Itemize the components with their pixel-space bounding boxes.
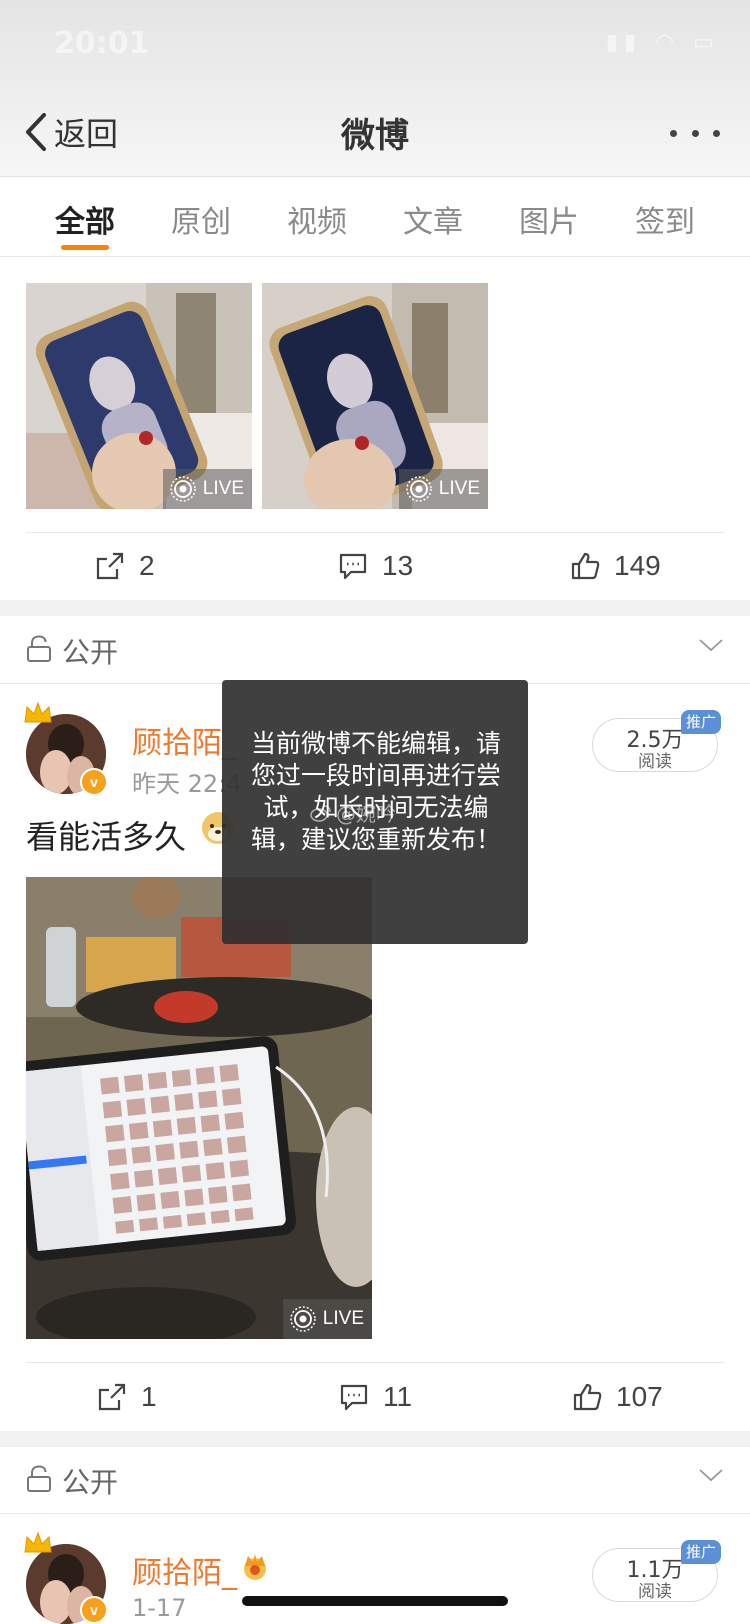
thumbs-up-icon — [573, 1383, 602, 1411]
wifi-icon: ◠ — [655, 30, 681, 55]
crown-icon — [24, 701, 52, 723]
signal-icon: ▮▮ — [605, 30, 642, 55]
visibility-row[interactable]: 公开 — [0, 617, 750, 681]
post-image[interactable]: LIVE — [26, 283, 252, 509]
ipad-photo — [26, 877, 372, 1339]
post-image[interactable]: LIVE — [262, 283, 488, 509]
divider — [0, 1513, 750, 1514]
verified-badge: v — [80, 1596, 108, 1624]
comment-button[interactable]: 13 — [338, 548, 413, 584]
section-gap — [0, 600, 750, 616]
live-photo-icon — [290, 1306, 316, 1332]
thumbs-up-icon — [571, 552, 600, 580]
weibo-watermark: @婉吟 — [310, 798, 396, 827]
crown-icon — [24, 1531, 52, 1553]
comment-icon — [339, 553, 367, 580]
more-dot-icon — [713, 129, 720, 137]
live-badge: LIVE — [162, 469, 252, 509]
home-indicator[interactable] — [242, 1596, 508, 1606]
repost-count: 1 — [141, 1381, 157, 1412]
like-button[interactable]: 107 — [572, 1379, 663, 1415]
active-tab-indicator — [61, 245, 109, 250]
share-icon — [98, 1383, 126, 1411]
read-label: 阅读 — [638, 752, 672, 772]
visibility-label: 公开 — [62, 1466, 119, 1499]
user-name[interactable]: 顾拾陌_ — [132, 1548, 237, 1592]
watermark-text: @婉吟 — [336, 802, 396, 826]
verified-badge: v — [80, 768, 108, 796]
like-count: 107 — [616, 1381, 663, 1412]
chevron-down-icon[interactable] — [698, 1467, 724, 1483]
more-dot-icon — [691, 129, 699, 137]
like-count: 149 — [614, 550, 661, 581]
divider — [26, 1362, 724, 1363]
share-icon — [96, 552, 124, 580]
status-icons: ▮▮ ◠ ▭ — [606, 30, 720, 55]
more-dot-icon — [670, 129, 677, 137]
tab-video[interactable]: 视频 — [287, 197, 347, 241]
divider — [26, 532, 724, 533]
repost-button[interactable]: 1 — [97, 1379, 157, 1415]
toast-text: 当前微博不能编辑，请您过一段时间再进行尝试，如长时间无法编辑，建议您重新发布！ — [250, 729, 501, 854]
post-time: 1-17 — [132, 1594, 187, 1622]
repost-count: 2 — [139, 550, 155, 581]
post-image[interactable]: LIVE — [26, 877, 372, 1339]
comment-icon — [340, 1384, 368, 1411]
weibo-logo-icon — [310, 804, 331, 822]
live-badge: LIVE — [282, 1299, 372, 1339]
comment-button[interactable]: 11 — [339, 1379, 412, 1415]
live-photo-icon — [170, 476, 196, 502]
visibility-label: 公开 — [62, 636, 119, 669]
page-title: 微博 — [341, 116, 409, 156]
tab-checkin[interactable]: 签到 — [635, 197, 695, 241]
chevron-down-icon[interactable] — [698, 637, 724, 653]
battery-icon: ▭ — [693, 30, 720, 55]
comment-count: 11 — [383, 1381, 413, 1412]
post-text: 看能活多久 — [26, 818, 187, 856]
repost-button[interactable]: 2 — [95, 548, 155, 584]
status-time: 20:01 — [54, 26, 150, 61]
comment-count: 13 — [382, 550, 414, 581]
tab-images[interactable]: 图片 — [519, 197, 579, 241]
live-label: LIVE — [438, 478, 480, 499]
vip-crown-icon — [244, 1554, 266, 1580]
like-button[interactable]: 149 — [570, 548, 661, 584]
section-gap — [0, 1431, 750, 1447]
read-label: 阅读 — [638, 1582, 672, 1602]
visibility-row[interactable]: 公开 — [0, 1447, 750, 1511]
unlock-icon — [27, 1465, 51, 1492]
promo-tag: 推广 — [681, 710, 721, 734]
tab-article[interactable]: 文章 — [403, 197, 463, 241]
promo-tag: 推广 — [681, 1540, 721, 1564]
unlock-icon — [27, 635, 51, 662]
live-label: LIVE — [322, 1308, 364, 1329]
live-badge: LIVE — [398, 469, 488, 509]
live-label: LIVE — [202, 478, 244, 499]
more-options-button[interactable] — [670, 118, 720, 148]
tab-original[interactable]: 原创 — [171, 197, 231, 241]
tab-all[interactable]: 全部 — [55, 197, 115, 241]
navigation-bar: 20:01 ▮▮ ◠ ▭ 返回 微博 — [0, 0, 750, 177]
filter-tabs: 全部 原创 视频 文章 图片 签到 — [0, 177, 750, 257]
live-photo-icon — [406, 476, 432, 502]
